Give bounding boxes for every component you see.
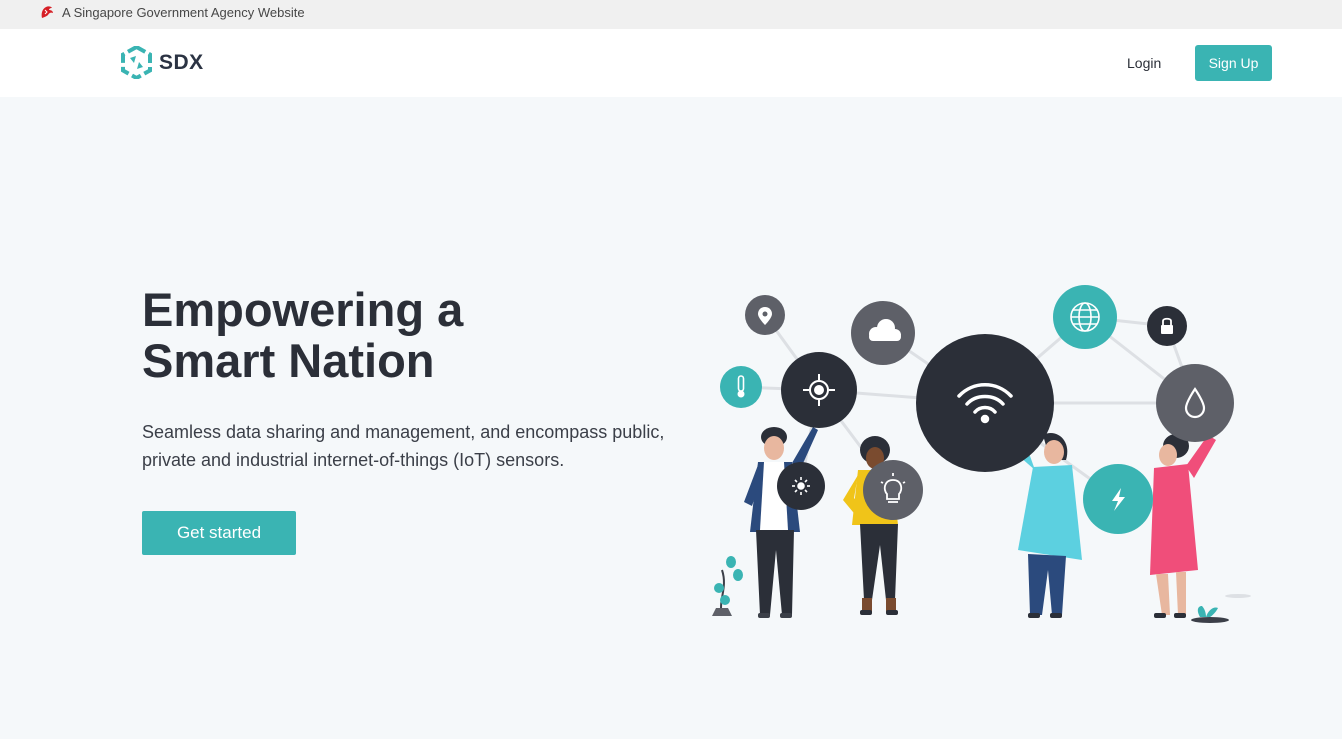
lion-head-icon (41, 6, 53, 19)
sdx-logo[interactable]: SDX (121, 46, 204, 79)
wifi-node (916, 334, 1054, 472)
plant-decoration (1197, 606, 1218, 617)
hero-title-line-1: Empowering a (142, 283, 464, 336)
iot-network-illustration (712, 285, 1251, 623)
login-link[interactable]: Login (1127, 55, 1161, 71)
lock-node (1147, 306, 1187, 346)
lightbulb-node (863, 460, 923, 520)
hero-title-line-2: Smart Nation (142, 334, 435, 387)
water-drop-node (1156, 364, 1234, 442)
light-node (777, 462, 825, 510)
plant-decoration (712, 556, 743, 616)
navbar: SDX Login Sign Up (0, 29, 1342, 97)
hero-title: Empowering a Smart Nation (142, 284, 463, 386)
globe-node (1053, 285, 1117, 349)
hero-description: Seamless data sharing and management, an… (142, 422, 665, 470)
sign-up-button[interactable]: Sign Up (1195, 45, 1272, 81)
lightning-node (1083, 464, 1153, 534)
brand-name: SDX (159, 50, 204, 74)
person-figure (1150, 434, 1216, 618)
ground-shadow (1225, 594, 1251, 598)
thermometer-node (720, 366, 762, 408)
cloud-node (851, 301, 915, 365)
crosshair-node (781, 352, 857, 428)
map-pin-node (745, 295, 785, 335)
masthead-text: A Singapore Government Agency Website (62, 5, 305, 20)
sdx-logo-icon (121, 46, 152, 79)
ground-shadow (1191, 617, 1229, 623)
get-started-button[interactable]: Get started (142, 511, 296, 555)
gov-masthead: A Singapore Government Agency Website (0, 0, 1342, 29)
